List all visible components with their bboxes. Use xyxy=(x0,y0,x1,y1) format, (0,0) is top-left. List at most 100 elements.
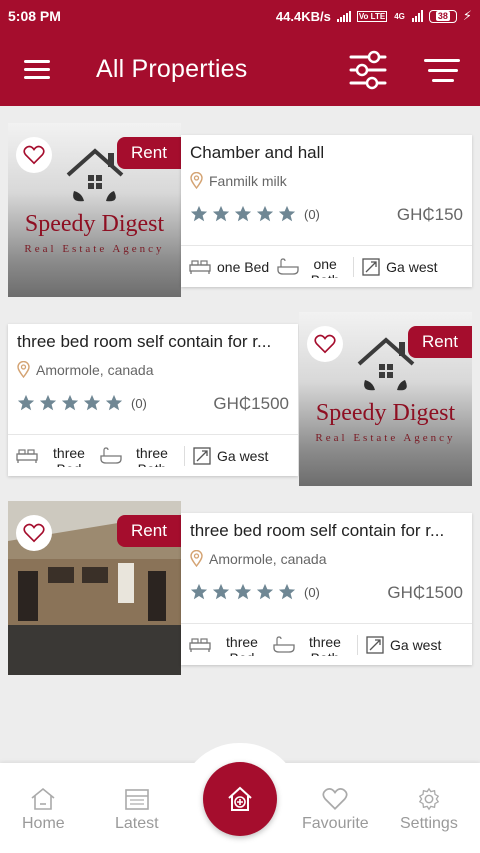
beds-text: three Bed xyxy=(226,633,258,656)
nav-favourite[interactable]: Favourite xyxy=(302,787,369,833)
house-plus-icon xyxy=(228,786,252,811)
feature-divider xyxy=(184,445,185,466)
bathtub-icon xyxy=(273,635,295,653)
star-icon xyxy=(234,205,252,222)
star-icon xyxy=(39,394,57,411)
beds-text: three Bed xyxy=(53,444,85,467)
nav-latest-label: Latest xyxy=(115,815,159,832)
area-icon xyxy=(362,257,380,276)
property-features: one Bed one Bath Ga west xyxy=(181,245,472,287)
status-indicators: 44.4KB/s Vo LTE 4G 38 ⚡ xyxy=(276,8,472,24)
star-rating: (0) xyxy=(190,583,320,601)
area-text: Ga west xyxy=(217,447,269,464)
rating-count: (0) xyxy=(131,395,147,411)
star-icon xyxy=(61,394,79,411)
star-icon xyxy=(212,583,230,600)
rent-badge: Rent xyxy=(117,515,181,547)
star-icon xyxy=(256,583,274,600)
volte-badge: Vo LTE xyxy=(356,10,388,22)
beds-text: one Bed xyxy=(217,258,270,275)
property-info[interactable]: three bed room self contain for r... Amo… xyxy=(8,324,298,476)
home-icon xyxy=(31,787,55,810)
logo-title: Speedy Digest xyxy=(24,211,165,237)
hamburger-icon[interactable] xyxy=(20,58,54,82)
sort-lines-icon[interactable] xyxy=(422,56,462,84)
sliders-icon[interactable] xyxy=(348,49,388,91)
property-location: Amormole, canada xyxy=(17,361,154,378)
status-time: 5:08 PM xyxy=(8,8,61,24)
app-bar: All Properties xyxy=(0,34,480,106)
logo-title: Speedy Digest xyxy=(315,400,456,426)
star-icon xyxy=(190,205,208,222)
property-card[interactable]: Rent three bed room self contain for r..… xyxy=(8,501,472,677)
property-title[interactable]: Chamber and hall xyxy=(190,143,460,163)
net-speed: 44.4KB/s xyxy=(275,8,331,24)
property-title[interactable]: three bed room self contain for r... xyxy=(17,332,292,352)
calendar-icon xyxy=(124,789,149,810)
rating-count: (0) xyxy=(304,584,320,600)
favourite-heart-icon[interactable] xyxy=(16,137,52,173)
cell-signal-icon xyxy=(411,10,423,22)
star-icon xyxy=(278,583,296,600)
property-photo[interactable]: Speedy Digest Real Estate Agency Rent xyxy=(8,123,181,297)
network-gen: 4G xyxy=(394,11,405,21)
battery-icon: 38 xyxy=(428,9,457,23)
beds-feature: three Bed xyxy=(189,634,267,656)
nav-latest[interactable]: Latest xyxy=(115,787,159,833)
star-rating: (0) xyxy=(17,394,147,412)
gear-icon xyxy=(418,787,440,811)
baths-text: three Bath xyxy=(309,633,341,656)
beds-feature: three Bed xyxy=(16,445,94,467)
area-feature: Ga west xyxy=(193,446,269,465)
location-pin-icon xyxy=(190,550,203,567)
baths-text: three Bath xyxy=(136,444,168,467)
property-photo[interactable]: Speedy Digest Real Estate Agency Rent xyxy=(299,312,472,486)
property-card[interactable]: three bed room self contain for r... Amo… xyxy=(8,312,472,488)
nav-favourite-label: Favourite xyxy=(302,815,369,832)
area-text: Ga west xyxy=(390,636,442,653)
property-card[interactable]: Speedy Digest Real Estate Agency Rent Ch… xyxy=(8,123,472,299)
baths-feature: three Bath xyxy=(273,634,349,656)
feature-divider xyxy=(357,634,358,655)
favourite-heart-icon[interactable] xyxy=(16,515,52,551)
property-features: three Bed three Bath Ga west xyxy=(181,623,472,665)
property-location: Fanmilk milk xyxy=(190,172,287,189)
favourite-heart-icon[interactable] xyxy=(307,326,343,362)
area-feature: Ga west xyxy=(362,257,438,276)
star-rating: (0) xyxy=(190,205,320,223)
add-property-button[interactable] xyxy=(203,762,277,836)
nav-home[interactable]: Home xyxy=(22,787,65,833)
property-title[interactable]: three bed room self contain for r... xyxy=(190,521,465,541)
logo-subtitle: Real Estate Agency xyxy=(24,243,165,255)
baths-feature: three Bath xyxy=(100,445,176,467)
bed-icon xyxy=(189,259,211,274)
star-icon xyxy=(212,205,230,222)
property-info[interactable]: Chamber and hall Fanmilk milk (0) GH₵150… xyxy=(181,135,472,287)
area-feature: Ga west xyxy=(366,635,442,654)
wifi-signal-icon xyxy=(336,10,351,22)
rating-count: (0) xyxy=(304,206,320,222)
star-icon xyxy=(234,583,252,600)
property-price: GH₵150 xyxy=(396,205,463,224)
star-icon xyxy=(278,205,296,222)
location-text: Fanmilk milk xyxy=(209,172,287,189)
property-price: GH₵1500 xyxy=(387,583,463,602)
bathtub-icon xyxy=(277,257,299,275)
star-icon xyxy=(17,394,35,411)
nav-settings-label: Settings xyxy=(400,815,458,832)
rent-badge: Rent xyxy=(408,326,472,358)
logo-subtitle: Real Estate Agency xyxy=(315,432,456,444)
heart-icon xyxy=(322,788,348,810)
nav-settings[interactable]: Settings xyxy=(400,787,458,833)
bed-icon xyxy=(189,637,211,652)
baths-feature: one Bath xyxy=(277,256,345,278)
baths-text: one Bath xyxy=(311,255,340,278)
star-icon xyxy=(83,394,101,411)
property-location: Amormole, canada xyxy=(190,550,327,567)
bathtub-icon xyxy=(100,446,122,464)
status-bar: 5:08 PM 44.4KB/s Vo LTE 4G 38 ⚡ xyxy=(0,0,480,34)
property-photo[interactable]: Rent xyxy=(8,501,181,675)
property-info[interactable]: three bed room self contain for r... Amo… xyxy=(181,513,472,665)
location-text: Amormole, canada xyxy=(36,361,154,378)
rent-badge: Rent xyxy=(117,137,181,169)
